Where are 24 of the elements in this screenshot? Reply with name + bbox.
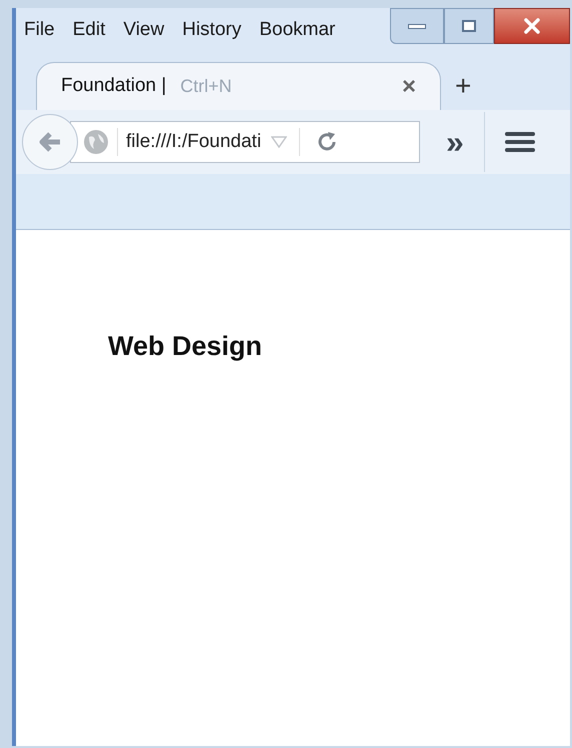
minimize-button[interactable] [390, 8, 444, 44]
globe-icon [83, 129, 109, 155]
close-window-button[interactable] [494, 8, 570, 44]
page-heading: Web Design [108, 330, 264, 363]
close-icon [523, 18, 541, 34]
overflow-button[interactable]: » [446, 126, 464, 158]
menu-item[interactable]: History [182, 16, 242, 44]
menu-item[interactable]: Edit [72, 16, 106, 44]
tab-title: Foundation | [61, 74, 166, 98]
menu-icon [504, 131, 535, 153]
maximize-button[interactable] [444, 8, 494, 44]
new-tab-button[interactable]: + [455, 72, 472, 100]
address-bar[interactable]: file:///I:/Foundati [70, 121, 420, 163]
menu-item[interactable]: File [24, 16, 55, 44]
close-tab-button[interactable]: × [402, 74, 416, 98]
dropdown-icon [271, 136, 288, 148]
back-arrow-icon [38, 131, 62, 153]
browser-tab[interactable]: Foundation | Ctrl+N × [36, 62, 441, 110]
shortcut-hint: Ctrl+N [180, 75, 232, 98]
menu-item[interactable]: View [123, 16, 164, 44]
reload-icon[interactable] [316, 131, 338, 153]
menu-item[interactable]: Bookmar [259, 16, 336, 44]
url-text: file:///I:/Foundati [126, 130, 262, 154]
menu-button[interactable] [504, 131, 535, 153]
